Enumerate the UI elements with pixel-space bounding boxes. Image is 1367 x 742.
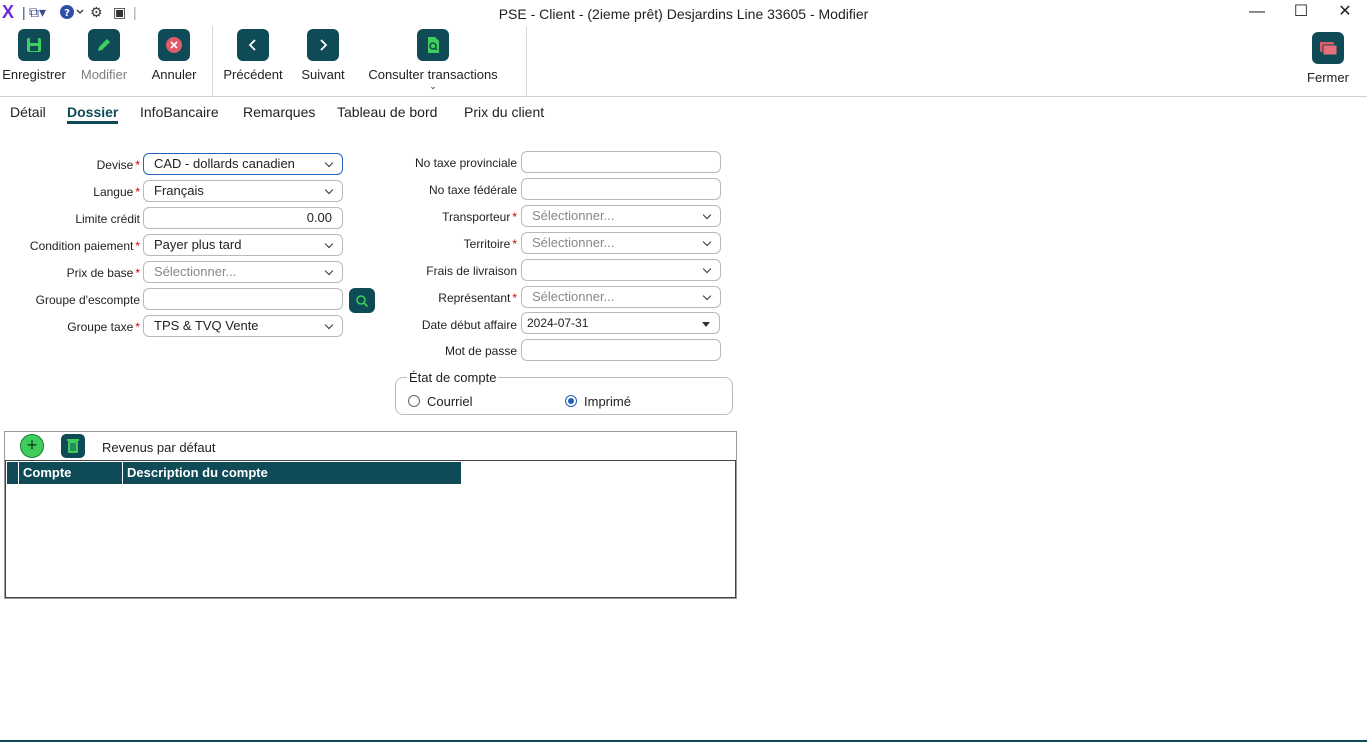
territoire-label: Territoire * [463, 237, 517, 251]
tab-detail[interactable]: Détail [10, 104, 46, 120]
groupe-taxe-select[interactable]: TPS & TVQ Vente [143, 315, 343, 337]
prix-de-base-select[interactable]: Sélectionner... [143, 261, 343, 283]
cancel-icon [158, 29, 190, 61]
trash-icon [67, 439, 79, 453]
tab-tableau-de-bord[interactable]: Tableau de bord [337, 104, 437, 120]
title-bar: X | ⧉▾ ? ⚙ ▣ | PSE - Client - (2ieme prê… [0, 0, 1367, 26]
limite-credit-input[interactable]: 0.00 [143, 207, 343, 229]
representant-label: Représentant * [438, 291, 517, 305]
column-header-compte[interactable]: Compte [18, 462, 122, 484]
close-form-button[interactable]: Fermer [1302, 26, 1354, 85]
prix-de-base-label: Prix de base * [66, 266, 140, 280]
etat-compte-legend: État de compte [407, 370, 499, 385]
tab-prix-du-client[interactable]: Prix du client [464, 104, 544, 120]
representant-select[interactable]: Sélectionner... [521, 286, 721, 308]
chevron-left-icon [237, 29, 269, 61]
transporteur-select[interactable]: Sélectionner... [521, 205, 721, 227]
next-label: Suivant [301, 67, 345, 82]
chevron-right-icon [307, 29, 339, 61]
save-button[interactable]: Enregistrer [2, 26, 66, 82]
minimize-button[interactable]: — [1235, 2, 1279, 24]
courriel-radio[interactable] [408, 395, 420, 407]
groupe-escompte-input[interactable] [143, 288, 343, 310]
ribbon-separator [526, 26, 527, 96]
devise-select[interactable]: CAD - dollards canadien [143, 153, 343, 175]
frais-livraison-label: Frais de livraison [426, 264, 517, 278]
maximize-button[interactable]: ☐ [1279, 2, 1323, 24]
tab-remarques[interactable]: Remarques [243, 104, 315, 120]
no-taxe-provinciale-label: No taxe provinciale [414, 156, 517, 170]
window-title: PSE - Client - (2ieme prêt) Desjardins L… [498, 6, 869, 22]
mot-de-passe-input[interactable] [521, 339, 721, 361]
no-taxe-federale-input[interactable] [521, 178, 721, 200]
date-debut-picker[interactable]: 2024-07-31 [521, 312, 720, 334]
cancel-button[interactable]: Annuler [148, 26, 200, 82]
document-search-icon [417, 29, 449, 61]
consult-transactions-button[interactable]: Consulter transactions ⌄ [366, 26, 500, 91]
tab-infobancaire[interactable]: InfoBancaire [140, 104, 219, 120]
groupe-escompte-label: Groupe d'escompte [35, 293, 140, 307]
date-debut-label: Date début affaire [421, 318, 517, 332]
ribbon-toolbar: Enregistrer Modifier Annuler Précédent S… [0, 26, 1367, 97]
no-taxe-federale-label: No taxe fédérale [428, 183, 517, 197]
condition-paiement-label: Condition paiement * [29, 239, 140, 253]
exit-icon [1312, 32, 1344, 64]
cancel-label: Annuler [151, 67, 197, 82]
devise-label: Devise * [96, 158, 140, 172]
add-row-button[interactable]: + [20, 434, 44, 458]
edit-label: Modifier [80, 67, 128, 82]
save-icon [18, 29, 50, 61]
tab-dossier[interactable]: Dossier [67, 104, 119, 124]
close-window-button[interactable]: ✕ [1323, 2, 1367, 24]
frais-livraison-select[interactable] [521, 259, 721, 281]
save-label: Enregistrer [2, 67, 66, 82]
ribbon-separator [212, 26, 213, 96]
delete-row-button[interactable] [61, 434, 85, 458]
next-button[interactable]: Suivant [298, 26, 348, 82]
plus-icon: + [26, 435, 38, 455]
langue-label: Langue * [93, 185, 140, 199]
mot-de-passe-label: Mot de passe [444, 344, 517, 358]
revenus-title: Revenus par défaut [102, 440, 216, 455]
limite-credit-label: Limite crédit [75, 212, 140, 226]
column-header-description[interactable]: Description du compte [122, 462, 461, 484]
no-taxe-provinciale-input[interactable] [521, 151, 721, 173]
imprime-label[interactable]: Imprimé [584, 394, 631, 409]
previous-label: Précédent [223, 67, 283, 82]
edit-button[interactable]: Modifier [76, 26, 132, 82]
langue-select[interactable]: Français [143, 180, 343, 202]
condition-paiement-select[interactable]: Payer plus tard [143, 234, 343, 256]
transporteur-label: Transporteur * [442, 210, 517, 224]
grid-header-row: Compte Description du compte [7, 462, 461, 484]
previous-button[interactable]: Précédent [222, 26, 284, 82]
consult-transactions-label: Consulter transactions [368, 67, 498, 82]
groupe-taxe-label: Groupe taxe * [67, 320, 140, 334]
close-form-label: Fermer [1307, 70, 1349, 85]
imprime-radio[interactable] [565, 395, 577, 407]
territoire-select[interactable]: Sélectionner... [521, 232, 721, 254]
chevron-down-icon: ⌄ [429, 81, 437, 91]
pencil-icon [88, 29, 120, 61]
courriel-label[interactable]: Courriel [427, 394, 473, 409]
